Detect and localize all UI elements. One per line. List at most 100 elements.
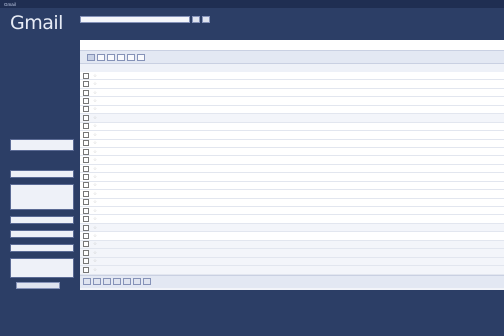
report-spam-button[interactable] bbox=[97, 53, 105, 61]
star-icon[interactable]: ☆ bbox=[93, 166, 98, 172]
row-checkbox[interactable] bbox=[83, 190, 89, 197]
more-actions-dropdown-bottom[interactable] bbox=[133, 278, 141, 285]
star-icon[interactable]: ☆ bbox=[93, 106, 98, 112]
star-icon[interactable]: ☆ bbox=[93, 182, 98, 188]
star-icon[interactable]: ☆ bbox=[93, 225, 98, 231]
refresh-link-bottom[interactable] bbox=[143, 278, 151, 285]
message-row[interactable]: ☆ bbox=[80, 173, 504, 182]
star-icon[interactable]: ☆ bbox=[93, 267, 98, 273]
row-checkbox[interactable] bbox=[83, 182, 89, 189]
row-checkbox[interactable] bbox=[83, 207, 89, 214]
star-icon[interactable]: ☆ bbox=[93, 258, 98, 264]
row-checkbox[interactable] bbox=[83, 165, 89, 172]
row-checkbox[interactable] bbox=[83, 81, 89, 88]
row-checkbox[interactable] bbox=[83, 266, 89, 273]
message-row[interactable]: ☆ bbox=[80, 257, 504, 267]
message-row[interactable]: ☆ bbox=[80, 199, 504, 207]
star-icon[interactable]: ☆ bbox=[93, 98, 98, 104]
message-row[interactable]: ☆ bbox=[80, 140, 504, 148]
message-row[interactable]: ☆ bbox=[80, 72, 504, 81]
message-row[interactable]: ☆ bbox=[80, 89, 504, 98]
row-checkbox[interactable] bbox=[83, 131, 89, 138]
sidebar-widget bbox=[10, 258, 74, 278]
row-checkbox[interactable] bbox=[83, 114, 89, 121]
row-checkbox[interactable] bbox=[83, 98, 89, 105]
star-icon[interactable]: ☆ bbox=[93, 250, 98, 256]
message-row[interactable]: ☆ bbox=[80, 240, 504, 250]
message-row[interactable]: ☆ bbox=[80, 165, 504, 174]
row-checkbox[interactable] bbox=[83, 140, 89, 147]
gmail-logo[interactable]: Gmail bbox=[10, 12, 63, 34]
star-icon[interactable]: ☆ bbox=[93, 149, 98, 155]
widget-line[interactable] bbox=[13, 191, 71, 196]
star-icon[interactable]: ☆ bbox=[93, 73, 98, 79]
star-icon[interactable]: ☆ bbox=[93, 199, 98, 205]
archive-button[interactable] bbox=[87, 53, 95, 61]
star-icon[interactable]: ☆ bbox=[93, 81, 98, 87]
row-checkbox[interactable] bbox=[83, 258, 89, 265]
row-checkbox[interactable] bbox=[83, 89, 89, 96]
widget-line[interactable] bbox=[13, 141, 71, 146]
row-checkbox[interactable] bbox=[83, 106, 89, 113]
row-checkbox[interactable] bbox=[83, 216, 89, 223]
star-icon[interactable]: ☆ bbox=[93, 157, 98, 163]
search-mail-button[interactable] bbox=[192, 16, 200, 23]
message-row[interactable]: ☆ bbox=[80, 182, 504, 191]
message-row[interactable]: ☆ bbox=[80, 207, 504, 216]
search-web-button[interactable] bbox=[202, 16, 210, 23]
message-row[interactable]: ☆ bbox=[80, 131, 504, 140]
star-icon[interactable]: ☆ bbox=[93, 140, 98, 146]
message-row[interactable]: ☆ bbox=[80, 80, 504, 89]
row-checkbox[interactable] bbox=[83, 148, 89, 155]
message-row[interactable]: ☆ bbox=[80, 232, 504, 241]
message-row[interactable]: ☆ bbox=[80, 114, 504, 123]
labels-dropdown-bottom[interactable] bbox=[123, 278, 131, 285]
message-row[interactable]: ☆ bbox=[80, 215, 504, 224]
row-checkbox[interactable] bbox=[83, 72, 89, 79]
star-icon[interactable]: ☆ bbox=[93, 123, 98, 129]
archive-button-bottom[interactable] bbox=[83, 278, 91, 285]
more-actions-dropdown[interactable] bbox=[137, 53, 145, 61]
message-list-panel: ☆ ☆ ☆ ☆ ☆ ☆ ☆ ☆ ☆ ☆ ☆ ☆ ☆ ☆ ☆ ☆ ☆ ☆ ☆ ☆ ☆ ☆ ☆ ☆ bbox=[80, 40, 504, 290]
star-icon[interactable]: ☆ bbox=[93, 132, 98, 138]
row-checkbox[interactable] bbox=[83, 123, 89, 130]
message-row[interactable]: ☆ bbox=[80, 106, 504, 115]
star-icon[interactable]: ☆ bbox=[93, 241, 98, 247]
top-link-gmail[interactable]: Gmail bbox=[4, 2, 16, 7]
sidebar-widget bbox=[10, 184, 74, 210]
message-row[interactable]: ☆ bbox=[80, 148, 504, 157]
star-icon[interactable]: ☆ bbox=[93, 115, 98, 121]
row-checkbox[interactable] bbox=[83, 224, 89, 231]
row-checkbox[interactable] bbox=[83, 233, 89, 240]
message-row[interactable]: ☆ bbox=[80, 97, 504, 106]
sidebar-widget bbox=[10, 139, 74, 151]
message-row[interactable]: ☆ bbox=[80, 223, 504, 233]
message-row[interactable]: ☆ bbox=[80, 249, 504, 258]
star-icon[interactable]: ☆ bbox=[93, 208, 98, 214]
widget-line[interactable] bbox=[13, 265, 71, 270]
message-row[interactable]: ☆ bbox=[80, 156, 504, 165]
sidebar-folder-item[interactable] bbox=[10, 102, 74, 109]
star-icon[interactable]: ☆ bbox=[93, 174, 98, 180]
star-icon[interactable]: ☆ bbox=[93, 233, 98, 239]
row-checkbox[interactable] bbox=[83, 249, 89, 256]
delete-button[interactable] bbox=[107, 53, 115, 61]
labels-dropdown[interactable] bbox=[127, 53, 135, 61]
delete-button-bottom[interactable] bbox=[103, 278, 111, 285]
star-icon[interactable]: ☆ bbox=[93, 216, 98, 222]
search-input[interactable] bbox=[80, 16, 190, 23]
row-checkbox[interactable] bbox=[83, 157, 89, 164]
star-icon[interactable]: ☆ bbox=[93, 90, 98, 96]
star-icon[interactable]: ☆ bbox=[93, 191, 98, 197]
message-row[interactable]: ☆ bbox=[80, 123, 504, 132]
message-row[interactable]: ☆ bbox=[80, 266, 504, 275]
row-checkbox[interactable] bbox=[83, 173, 89, 180]
message-row[interactable]: ☆ bbox=[80, 190, 504, 199]
move-to-inbox-button-bottom[interactable] bbox=[113, 278, 121, 285]
message-rows: ☆ ☆ ☆ ☆ ☆ ☆ ☆ ☆ ☆ ☆ ☆ ☆ ☆ ☆ ☆ ☆ ☆ ☆ ☆ ☆ ☆ ☆ ☆ ☆ bbox=[80, 72, 504, 275]
row-checkbox[interactable] bbox=[83, 241, 89, 248]
row-checkbox[interactable] bbox=[83, 199, 89, 206]
report-spam-button-bottom[interactable] bbox=[93, 278, 101, 285]
move-to-inbox-button[interactable] bbox=[117, 53, 125, 61]
send-invites-button[interactable] bbox=[16, 282, 60, 289]
